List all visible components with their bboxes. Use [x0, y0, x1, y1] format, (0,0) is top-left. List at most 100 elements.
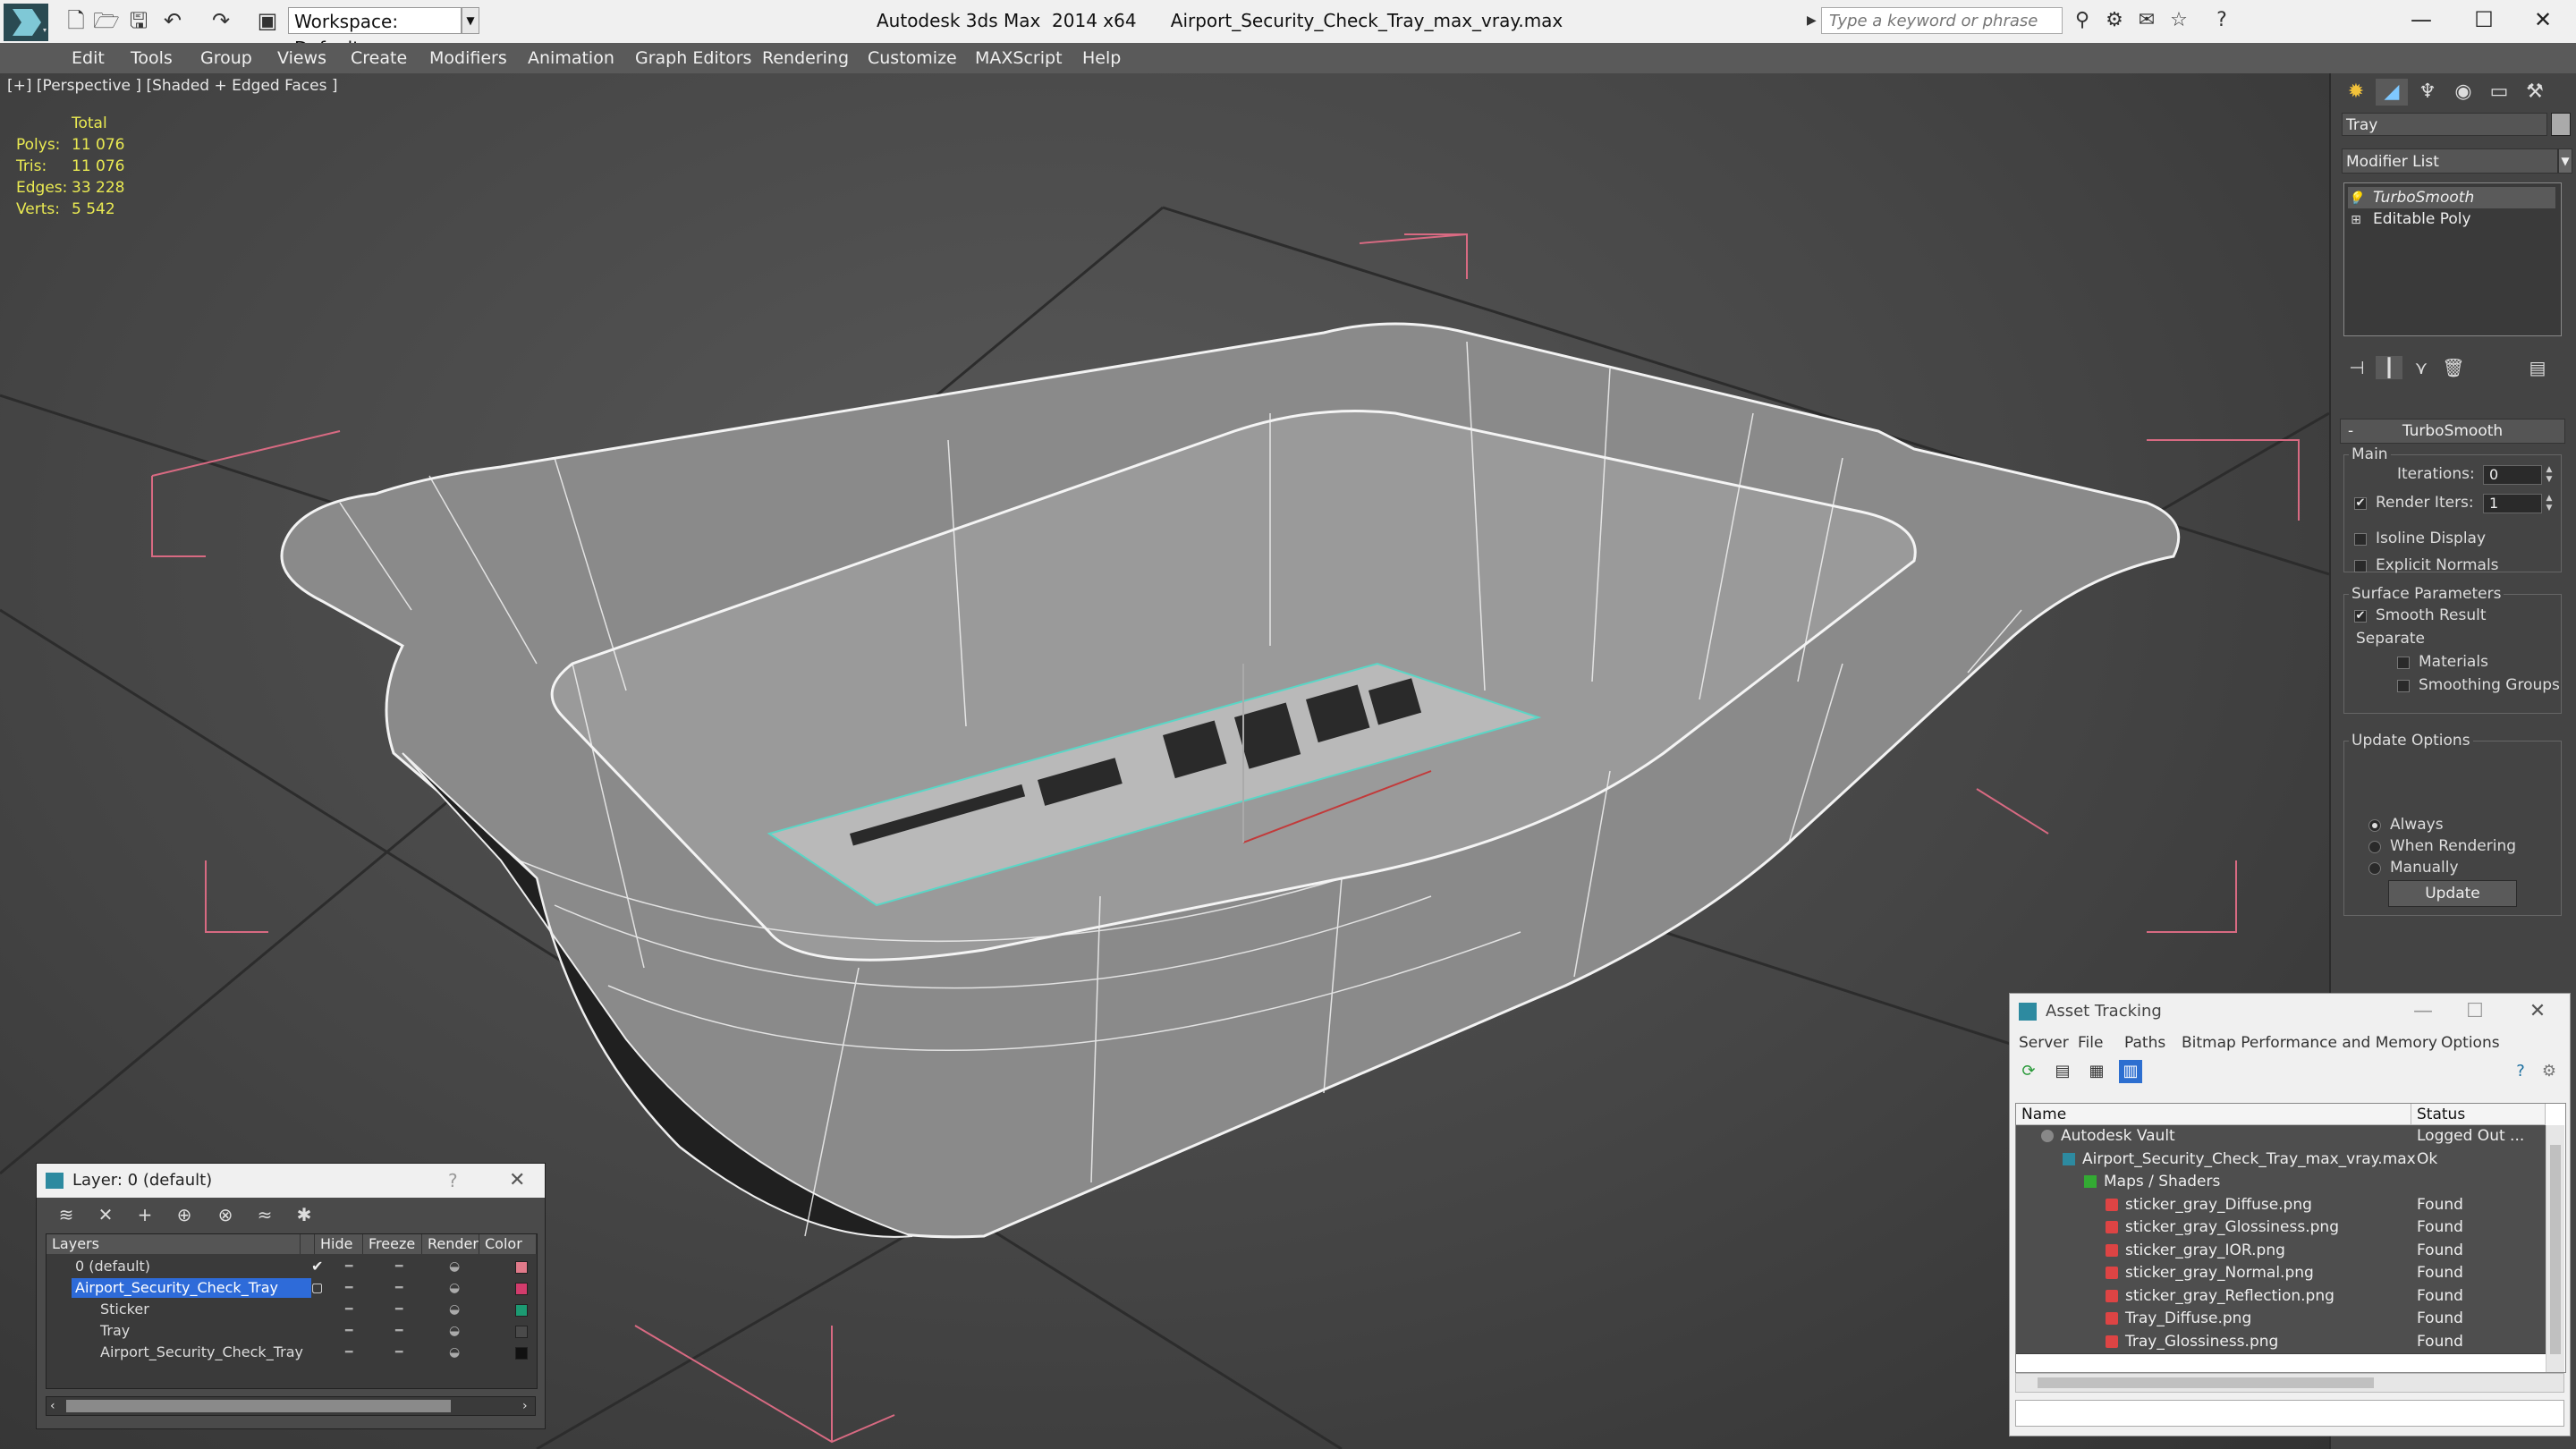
save-file-icon[interactable]: 🖫: [127, 9, 150, 32]
open-file-icon[interactable]: 🗁: [93, 9, 120, 32]
subscription-icon[interactable]: ⚙: [2102, 9, 2127, 32]
manually-radio[interactable]: [2368, 862, 2381, 875]
object-name-input[interactable]: Tray: [2342, 113, 2547, 136]
close-icon[interactable]: ✕: [2511, 994, 2564, 1030]
close-icon[interactable]: ✕: [2512, 0, 2574, 39]
menu-views[interactable]: Views: [277, 43, 326, 73]
menu-tools[interactable]: Tools: [131, 43, 173, 73]
always-radio[interactable]: [2368, 819, 2381, 832]
col-name[interactable]: Name: [2016, 1104, 2411, 1125]
chevron-down-icon[interactable]: ▼: [462, 7, 479, 34]
new-file-icon[interactable]: 🗋: [64, 9, 88, 32]
scrollbar-thumb[interactable]: [66, 1400, 451, 1412]
menu-rendering[interactable]: Rendering: [762, 43, 849, 73]
col-freeze[interactable]: Freeze: [363, 1234, 422, 1254]
expand-plus-icon[interactable]: ⊞: [2348, 209, 2364, 231]
turbosmooth-rollout-header[interactable]: - TurboSmooth: [2340, 419, 2565, 444]
scrollbar-thumb[interactable]: [2550, 1145, 2561, 1354]
detail-view-icon[interactable]: ▦: [2085, 1060, 2108, 1083]
utilities-tab-icon[interactable]: ⚒: [2519, 79, 2551, 106]
asset-menu-bitmap[interactable]: Bitmap Performance and Memory: [2182, 1030, 2437, 1056]
asset-row[interactable]: Autodesk Vault Logged Out ...: [2016, 1125, 2546, 1149]
menu-help[interactable]: Help: [1082, 43, 1121, 73]
asset-horizontal-scrollbar[interactable]: [2015, 1373, 2564, 1393]
object-color-swatch[interactable]: [2551, 113, 2571, 136]
scroll-right-icon[interactable]: ›: [522, 1397, 528, 1415]
project-folder-icon[interactable]: ▣: [256, 9, 279, 32]
menu-animation[interactable]: Animation: [528, 43, 614, 73]
create-layer-icon[interactable]: ≋: [53, 1203, 80, 1226]
app-logo-icon[interactable]: [4, 4, 48, 41]
help-icon[interactable]: ?: [2209, 9, 2234, 32]
explicit-normals-checkbox[interactable]: [2354, 560, 2367, 572]
iterations-input[interactable]: 0: [2483, 465, 2542, 485]
layer-color-swatch[interactable]: [515, 1304, 528, 1317]
undo-icon[interactable]: ↶: [161, 9, 184, 32]
create-tab-icon[interactable]: ✹: [2340, 79, 2372, 106]
menu-maxscript[interactable]: MAXScript: [975, 43, 1063, 73]
search-input[interactable]: Type a keyword or phrase: [1821, 7, 2063, 34]
minimize-icon[interactable]: —: [2396, 994, 2450, 1030]
update-button[interactable]: Update: [2388, 880, 2517, 907]
asset-row[interactable]: Airport_Security_Check_Tray_max_vray.max…: [2016, 1148, 2546, 1172]
materials-checkbox[interactable]: [2397, 657, 2410, 669]
pin-stack-icon[interactable]: ⊣: [2343, 356, 2370, 379]
freeze-all-icon[interactable]: ✱: [291, 1203, 318, 1226]
asset-menu-paths[interactable]: Paths: [2124, 1030, 2165, 1056]
asset-menu-server[interactable]: Server: [2019, 1030, 2069, 1056]
smooth-result-checkbox[interactable]: ✔: [2354, 610, 2367, 623]
settings-icon[interactable]: ⚙: [2538, 1060, 2561, 1083]
layer-row[interactable]: Airport_Security_Check_Tray ▢ ━ ━ ◒: [47, 1277, 537, 1299]
communication-icon[interactable]: ✉: [2134, 9, 2159, 32]
layer-color-swatch[interactable]: [515, 1326, 528, 1338]
favorites-star-icon[interactable]: ☆: [2166, 9, 2191, 32]
asset-menu-file[interactable]: File: [2078, 1030, 2103, 1056]
redo-icon[interactable]: ↷: [209, 9, 233, 32]
menu-modifiers[interactable]: Modifiers: [429, 43, 507, 73]
table-view-icon[interactable]: ▥: [2119, 1060, 2142, 1083]
chevron-down-icon[interactable]: ▼: [2558, 148, 2572, 174]
asset-row[interactable]: sticker_gray_Glossiness.png Found: [2016, 1216, 2546, 1241]
lightbulb-icon[interactable]: 💡: [2348, 188, 2364, 209]
add-to-layer-icon[interactable]: +: [131, 1203, 158, 1226]
layer-row[interactable]: Tray ━ ━ ◒: [47, 1320, 537, 1342]
col-status[interactable]: Status: [2411, 1104, 2546, 1125]
col-render[interactable]: Render: [422, 1234, 479, 1254]
help-icon[interactable]: ?: [448, 1164, 458, 1198]
teapot-render-icon[interactable]: ◒: [449, 1277, 460, 1299]
teapot-render-icon[interactable]: ◒: [449, 1256, 460, 1277]
col-hide[interactable]: Hide: [315, 1234, 363, 1254]
viewport-label[interactable]: [+] [Perspective ] [Shaded + Edged Faces…: [7, 77, 337, 95]
stack-item-editable-poly[interactable]: ⊞ Editable Poly: [2348, 208, 2555, 230]
close-icon[interactable]: ✕: [509, 1164, 525, 1198]
set-current-icon[interactable]: ▢: [311, 1277, 323, 1299]
menu-group[interactable]: Group: [200, 43, 252, 73]
iterations-spinner-icon[interactable]: ▲ ▼: [2544, 465, 2555, 485]
scrollbar-thumb[interactable]: [2038, 1377, 2374, 1388]
asset-menu-options[interactable]: Options: [2441, 1030, 2500, 1056]
hide-all-icon[interactable]: ≈: [251, 1203, 278, 1226]
asset-row[interactable]: sticker_gray_IOR.png Found: [2016, 1239, 2546, 1263]
render-iters-checkbox[interactable]: ✔: [2354, 497, 2367, 510]
col-layers[interactable]: Layers: [47, 1234, 301, 1254]
layer-horizontal-scrollbar[interactable]: ‹ ›: [46, 1396, 536, 1416]
modify-tab-icon[interactable]: ◢: [2376, 79, 2408, 106]
scroll-left-icon[interactable]: ‹: [50, 1397, 55, 1415]
asset-row[interactable]: Tray_Glossiness.png Found: [2016, 1330, 2546, 1354]
delete-layer-icon[interactable]: ✕: [92, 1203, 119, 1226]
list-view-icon[interactable]: ▤: [2051, 1060, 2074, 1083]
stack-item-turbosmooth[interactable]: 💡 TurboSmooth: [2348, 187, 2555, 208]
make-unique-icon[interactable]: ⋎: [2408, 356, 2435, 379]
search-expand-icon[interactable]: ▶: [1807, 9, 1819, 32]
workspace-select[interactable]: Workspace: Default: [288, 7, 462, 59]
help-icon[interactable]: ?: [2509, 1060, 2532, 1083]
hierarchy-tab-icon[interactable]: ♆: [2411, 79, 2444, 106]
teapot-render-icon[interactable]: ◒: [449, 1342, 460, 1363]
menu-edit[interactable]: Edit: [72, 43, 105, 73]
render-iters-spinner-icon[interactable]: ▲ ▼: [2544, 494, 2555, 513]
teapot-render-icon[interactable]: ◒: [449, 1320, 460, 1342]
highlight-layer-icon[interactable]: ⊗: [212, 1203, 239, 1226]
show-end-result-icon[interactable]: ┃: [2376, 356, 2402, 379]
teapot-render-icon[interactable]: ◒: [449, 1299, 460, 1320]
layer-color-swatch[interactable]: [515, 1261, 528, 1274]
